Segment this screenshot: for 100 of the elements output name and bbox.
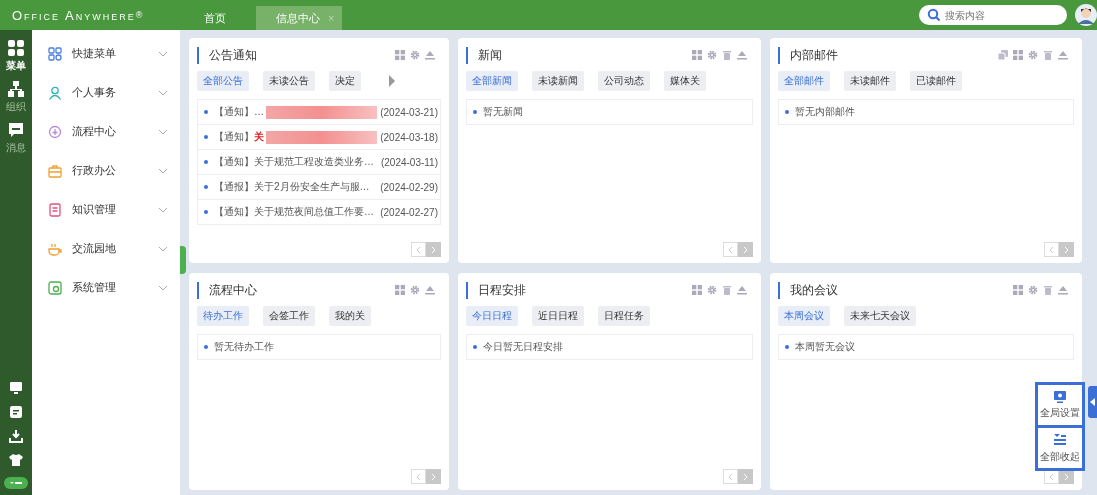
list-item-link[interactable]: 本周暂无会议 (795, 340, 855, 354)
filter-tab[interactable]: 待办工作 (197, 306, 249, 326)
float-button[interactable]: 全部收起 (1038, 428, 1082, 468)
filter-tab[interactable]: 近日日程 (532, 306, 584, 326)
chevron-left-icon (1049, 472, 1054, 481)
settings-icon[interactable] (1028, 285, 1038, 295)
filter-tab[interactable]: 全部公告 (197, 71, 249, 91)
filter-tab[interactable]: 今日日程 (466, 306, 518, 326)
trash-icon[interactable] (722, 50, 732, 60)
filter-tab[interactable]: 未读新闻 (532, 71, 584, 91)
filter-tab[interactable]: 决定 (329, 71, 361, 91)
rail-item[interactable]: 消息 (6, 122, 26, 155)
chevron-icon (158, 245, 168, 252)
list-item-link[interactable]: 暂无新闻 (483, 105, 523, 119)
list-item-date: (2024-03-11) (380, 156, 438, 168)
list-item-link[interactable]: 【通知】关 (214, 130, 264, 144)
collapse-handle[interactable] (180, 246, 186, 274)
list-item-link[interactable]: 今日暂无日程安排 (483, 340, 563, 354)
settings-icon[interactable] (410, 285, 420, 295)
menu-item[interactable]: 行政办公 (32, 151, 180, 190)
list-item-date: (2024-02-27) (380, 206, 438, 218)
download-icon[interactable] (9, 429, 23, 443)
filter-tab[interactable]: 公司动态 (598, 71, 650, 91)
float-button[interactable]: 全局设置 (1038, 385, 1082, 425)
page-tab[interactable]: 首页 (200, 6, 236, 30)
org-chart-icon (8, 81, 24, 97)
grid-icon[interactable] (1013, 285, 1023, 295)
list-item-link[interactable]: 暂无内部邮件 (795, 105, 855, 119)
list-item-link[interactable]: 【通知】关于规范夜间总值工作要… (214, 205, 374, 219)
settings-icon[interactable] (1028, 50, 1038, 60)
menu-item[interactable]: 流程中心 (32, 112, 180, 151)
chevron-left-icon (728, 245, 733, 254)
list-item-link[interactable]: 【通知】关于规范工程改造类业务… (214, 155, 374, 169)
collapse-icon[interactable] (425, 285, 435, 295)
grid-icon[interactable] (395, 285, 405, 295)
collapse-icon[interactable] (737, 285, 747, 295)
chevron-right-icon (431, 245, 436, 254)
chevron-icon (158, 167, 168, 174)
shirt-icon[interactable] (9, 453, 23, 467)
chevron-icon (158, 284, 168, 291)
filter-tab[interactable]: 本周会议 (778, 306, 830, 326)
menu-item[interactable]: 系统管理 (32, 268, 180, 307)
trash-icon[interactable] (722, 285, 732, 295)
chevron-right-icon (743, 245, 748, 254)
collapse-icon[interactable] (737, 50, 747, 60)
filter-tab[interactable]: 媒体关 (664, 71, 706, 91)
collapse-icon[interactable] (1058, 50, 1068, 60)
avatar-icon[interactable] (1075, 4, 1097, 26)
filter-tab[interactable]: 未读邮件 (844, 71, 896, 91)
collapse-all-icon (1053, 432, 1067, 447)
chevron-right-icon (431, 472, 436, 481)
book-icon (48, 202, 62, 217)
search-field[interactable]: 搜索内容 (919, 5, 1067, 25)
filter-tab[interactable]: 未来七天会议 (844, 306, 916, 326)
filter-tab[interactable]: 日程任务 (598, 306, 650, 326)
document-icon[interactable] (9, 405, 23, 419)
grid-icon[interactable] (692, 285, 702, 295)
scroll-right-icon[interactable] (389, 75, 395, 87)
settings-icon[interactable] (707, 50, 717, 60)
list-item-link[interactable]: 【通报】关于2月份安全生产与服… (214, 180, 370, 194)
monitor-icon[interactable] (9, 381, 23, 395)
toggle-icon[interactable] (4, 477, 28, 489)
filter-tab[interactable]: 我的关 (329, 306, 371, 326)
chevron-left-icon (416, 472, 421, 481)
list-item-link[interactable]: 暂无待办工作 (214, 340, 274, 354)
side-panel-tab[interactable] (1088, 386, 1097, 418)
filter-tab[interactable]: 全部邮件 (778, 71, 830, 91)
chevron-icon (158, 206, 168, 213)
shortcut-icon (48, 46, 62, 61)
menu-item[interactable]: 快捷菜单 (32, 34, 180, 73)
menu-item[interactable]: 知识管理 (32, 190, 180, 229)
collapse-icon[interactable] (425, 50, 435, 60)
rail-item[interactable]: 菜单 (6, 40, 26, 73)
copy-icon[interactable] (998, 50, 1008, 60)
list-item-date: (2024-03-18) (380, 131, 438, 143)
list-item-link[interactable]: 【通知】… (214, 105, 264, 119)
menu-item[interactable]: 交流园地 (32, 229, 180, 268)
trash-icon[interactable] (1043, 50, 1053, 60)
grid-icon[interactable] (395, 50, 405, 60)
rail-item[interactable]: 组织 (6, 81, 26, 114)
collapse-icon[interactable] (1058, 285, 1068, 295)
grid-icon[interactable] (692, 50, 702, 60)
caret-left-icon (1090, 398, 1095, 406)
list-item-date: (2024-03-21) (380, 106, 438, 118)
grid-icon[interactable] (1013, 50, 1023, 60)
briefcase-icon (48, 163, 62, 178)
filter-tab[interactable]: 未读公告 (263, 71, 315, 91)
settings-icon[interactable] (707, 285, 717, 295)
brand-logo: Office Anywhere$^{®}$ (11, 6, 144, 25)
filter-tab[interactable]: 已读邮件 (910, 71, 962, 91)
menu-item[interactable]: 个人事务 (32, 73, 180, 112)
cup-icon (48, 241, 62, 256)
filter-tab[interactable]: 会签工作 (263, 306, 315, 326)
filter-tab[interactable]: 全部新闻 (466, 71, 518, 91)
settings-icon[interactable] (410, 50, 420, 60)
trash-icon[interactable] (1043, 285, 1053, 295)
chevron-right-icon (1064, 472, 1069, 481)
chevron-right-icon (1064, 245, 1069, 254)
chevron-left-icon (728, 472, 733, 481)
list-item-date: (2024-02-29) (380, 181, 438, 193)
